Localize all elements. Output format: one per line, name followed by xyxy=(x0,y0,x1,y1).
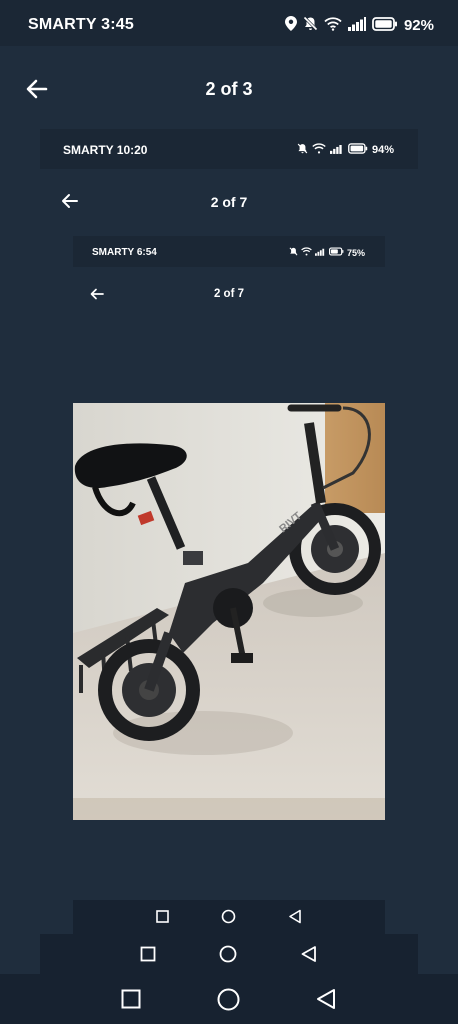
signal-icon xyxy=(347,16,366,35)
recents-icon xyxy=(156,910,169,928)
back-triangle-icon xyxy=(300,945,317,968)
nested-battery-percent-2: 75% xyxy=(346,247,365,258)
nested-page-counter-1: 2 of 7 xyxy=(210,194,248,210)
system-nav-bar xyxy=(0,974,458,1024)
wifi-icon xyxy=(324,16,342,35)
nested-battery-percent-1: 94% xyxy=(371,144,394,156)
nested-carrier-time-2: SMARTY 6:54 xyxy=(92,247,157,258)
battery-icon xyxy=(372,16,398,35)
wifi-icon xyxy=(312,143,326,157)
bell-off-icon xyxy=(289,247,298,258)
bike-photo: RIVT xyxy=(73,403,385,820)
home-icon xyxy=(221,909,236,929)
battery-icon xyxy=(348,143,368,157)
home-icon[interactable] xyxy=(217,988,240,1016)
location-icon xyxy=(284,16,297,35)
page-counter: 2 of 3 xyxy=(205,79,253,99)
wifi-icon xyxy=(301,247,312,258)
nested-status-icons-2: 75% xyxy=(289,247,365,258)
nested-nav-bar-1 xyxy=(40,934,418,974)
nested-status-bar-1: SMARTY 10:20 94% xyxy=(40,129,418,169)
nested-page-counter-2: 2 of 7 xyxy=(213,288,245,300)
nested-nav-bar-2 xyxy=(73,900,385,934)
recents-icon[interactable] xyxy=(121,989,141,1014)
nested-status-icons-1: 94% xyxy=(297,143,394,157)
bell-off-icon xyxy=(303,16,318,35)
recents-icon xyxy=(140,946,156,967)
nested-status-bar-2: SMARTY 6:54 75% xyxy=(73,236,385,267)
status-carrier-time: SMARTY 3:45 xyxy=(28,16,134,33)
signal-icon xyxy=(329,143,344,157)
bell-off-icon xyxy=(297,143,308,157)
back-triangle-icon[interactable] xyxy=(315,988,336,1015)
status-bar: SMARTY 3:45 92% xyxy=(0,0,458,46)
battery-percent: 92% xyxy=(403,17,434,34)
battery-icon xyxy=(328,247,344,258)
back-triangle-icon xyxy=(288,909,302,929)
home-icon xyxy=(219,945,237,968)
status-icons: 92% xyxy=(284,16,434,35)
signal-icon xyxy=(314,247,326,258)
nested-carrier-time-1: SMARTY 10:20 xyxy=(63,143,148,157)
